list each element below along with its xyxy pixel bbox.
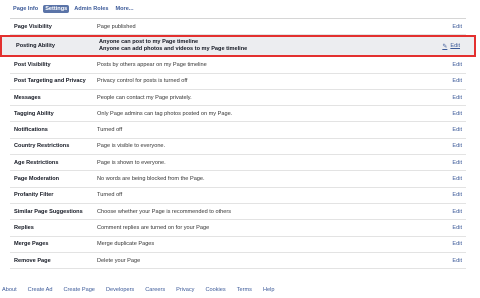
footer-link-cookies[interactable]: Cookies [205,287,225,293]
setting-value: Page is visible to everyone. [97,143,166,150]
edit-link[interactable]: Edit [452,95,462,101]
settings-row-profanity-filter: Profanity Filter Turned off Edit [10,188,466,204]
setting-value: Page is shown to everyone. [97,159,166,166]
footer-link-careers[interactable]: Careers [145,287,165,293]
setting-label: Tagging Ability [14,110,54,117]
settings-row-tagging-ability: Tagging Ability Only Page admins can tag… [10,106,466,123]
tab-page-info[interactable]: Page Info [11,5,40,13]
footer-link-help[interactable]: Help [263,287,275,293]
setting-value: Privacy control for posts is turned off [97,78,188,85]
setting-label: Post Targeting and Privacy [14,78,86,85]
setting-label: Merge Pages [14,241,49,248]
edit-link[interactable]: Edit [452,143,462,149]
setting-label: Post Visibility [14,61,51,68]
footer-links: About Create Ad Create Page Developers C… [2,287,274,293]
edit-link[interactable]: Edit [452,241,462,247]
setting-label: Page Moderation [14,176,60,183]
edit-link[interactable]: Edit [452,62,462,68]
edit-link[interactable]: Edit [452,24,462,30]
edit-link[interactable]: Edit [452,258,462,264]
setting-label: Replies [14,224,34,231]
footer-link-create-ad[interactable]: Create Ad [28,287,53,293]
settings-row-merge-pages: Merge Pages Merge duplicate Pages Edit [10,237,466,253]
settings-row-replies: Replies Comment replies are turned on fo… [10,220,466,237]
footer-link-privacy[interactable]: Privacy [176,287,194,293]
settings-row-page-moderation: Page Moderation No words are being block… [10,171,466,188]
setting-label: Messages [14,94,41,101]
setting-value: No words are being blocked from the Page… [97,176,205,183]
settings-row-posting-ability: Posting Ability Anyone can post to my Pa… [0,35,476,58]
footer-link-terms[interactable]: Terms [237,287,252,293]
setting-value: Only Page admins can tag photos posted o… [97,110,233,117]
edit-link[interactable]: Edit [452,209,462,215]
setting-value: People can contact my Page privately. [97,94,192,101]
settings-row-remove-page: Remove Page Delete your Page Edit [10,253,466,270]
settings-row-notifications: Notifications Turned off Edit [10,122,466,139]
edit-link[interactable]: Edit [452,176,462,182]
settings-row-post-targeting: Post Targeting and Privacy Privacy contr… [10,74,466,90]
setting-value: Delete your Page [97,257,141,264]
settings-list: Page Visibility Page published Edit Post… [0,18,476,270]
edit-link[interactable]: Edit [452,111,462,117]
tab-more[interactable]: More... [113,5,135,13]
settings-row-age-restrictions: Age Restrictions Page is shown to everyo… [10,155,466,172]
setting-label: Similar Page Suggestions [14,208,83,215]
edit-label: Edit [450,43,460,50]
setting-value: Page published [97,23,136,30]
edit-link[interactable]: ✎ Edit [442,43,460,50]
page-tabs: Page Info Settings Admin Roles More... [11,3,136,15]
setting-label: Notifications [14,127,48,134]
setting-value: Merge duplicate Pages [97,241,155,248]
settings-row-page-visibility: Page Visibility Page published Edit [10,19,466,36]
settings-row-country-restrictions: Country Restrictions Page is visible to … [10,139,466,156]
footer-link-create-page[interactable]: Create Page [64,287,95,293]
setting-value: Choose whether your Page is recommended … [97,208,232,215]
footer-link-about[interactable]: About [2,287,17,293]
setting-value: Comment replies are turned on for your P… [97,224,210,231]
edit-link[interactable]: Edit [452,225,462,231]
edit-link[interactable]: Edit [452,78,462,84]
pencil-icon: ✎ [442,43,448,50]
settings-row-post-visibility: Post Visibility Posts by others appear o… [10,57,466,74]
setting-label: Posting Ability [16,43,55,50]
edit-link[interactable]: Edit [452,192,462,198]
tab-admin-roles[interactable]: Admin Roles [72,5,110,13]
footer-link-developers[interactable]: Developers [106,287,134,293]
setting-label: Country Restrictions [14,143,70,150]
setting-value-line: Anyone can post to my Page timeline [99,39,199,46]
setting-label: Age Restrictions [14,159,59,166]
setting-value: Anyone can post to my Page timeline Anyo… [99,39,247,53]
setting-value-line: Anyone can add photos and videos to my P… [99,46,248,53]
tab-settings[interactable]: Settings [43,5,70,13]
setting-label: Profanity Filter [14,192,54,199]
edit-link[interactable]: Edit [452,127,462,133]
setting-label: Remove Page [14,257,51,264]
settings-row-messages: Messages People can contact my Page priv… [10,90,466,107]
setting-value: Turned off [97,192,123,199]
setting-value: Turned off [97,127,123,134]
setting-label: Page Visibility [14,23,52,30]
setting-value: Posts by others appear on my Page timeli… [97,61,207,68]
settings-row-similar-page-suggestions: Similar Page Suggestions Choose whether … [10,204,466,221]
edit-link[interactable]: Edit [452,160,462,166]
